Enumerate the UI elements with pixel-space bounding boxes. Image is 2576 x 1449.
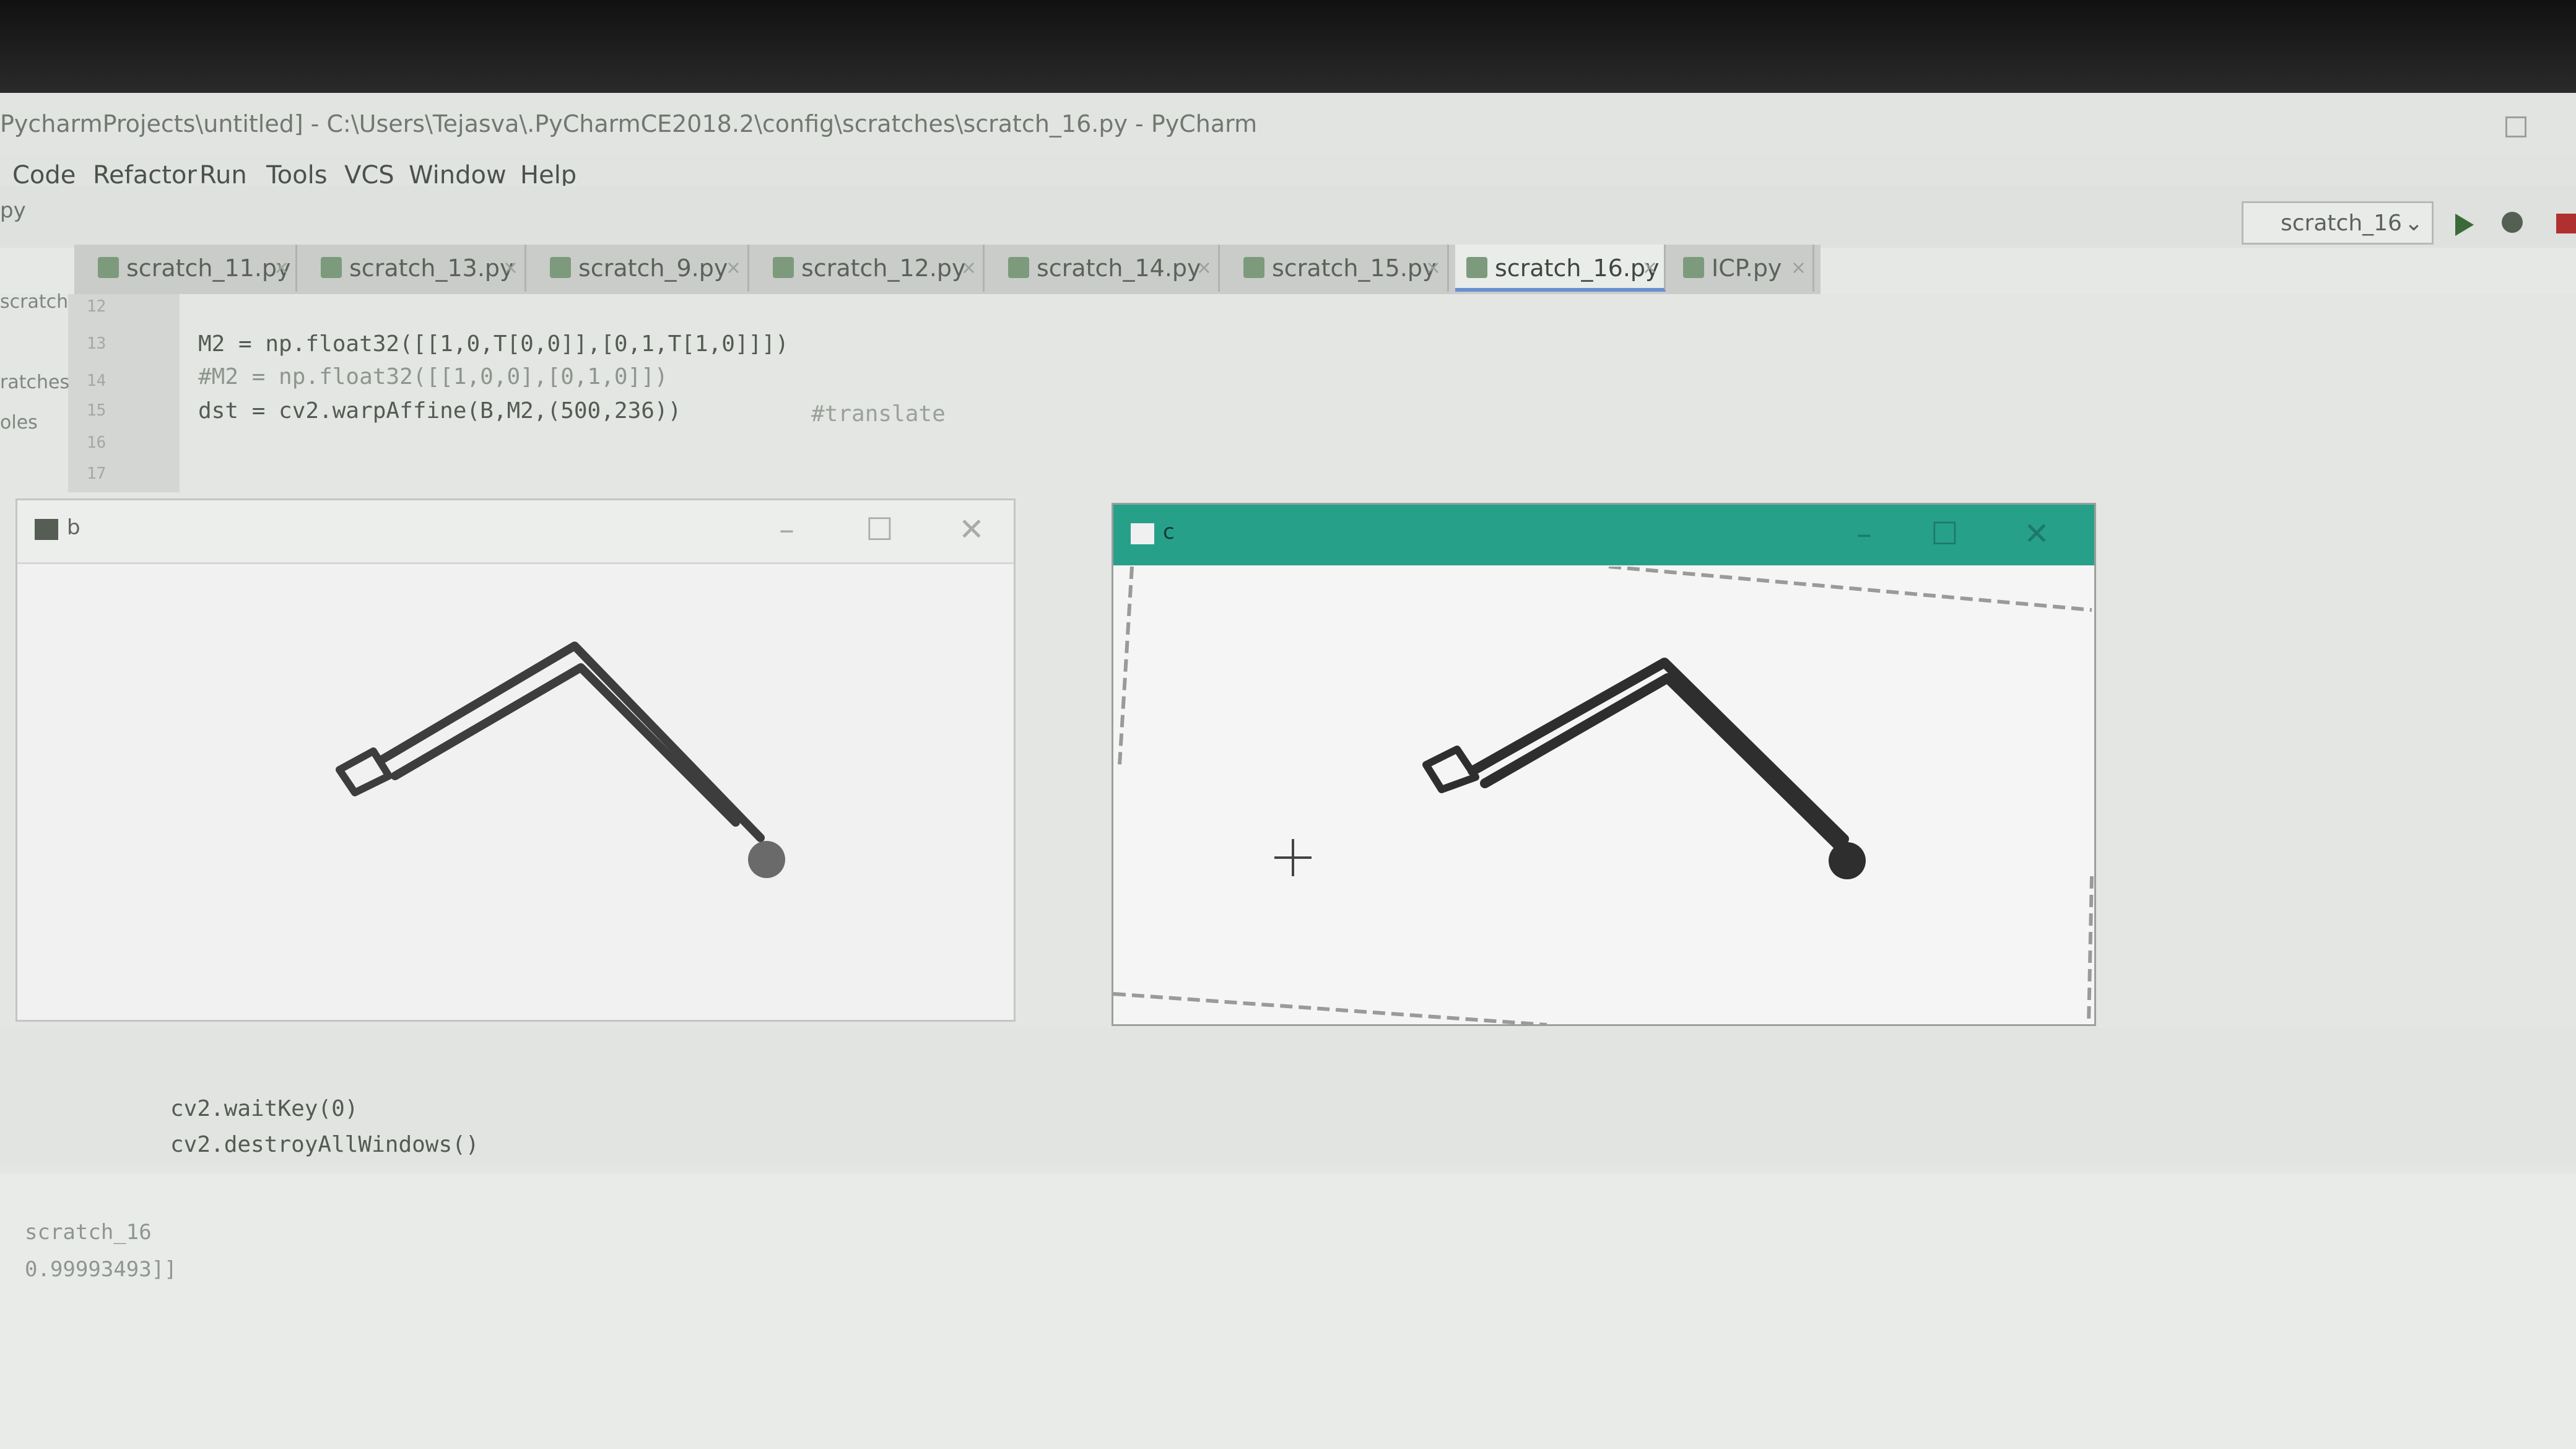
tab-scratch-14[interactable]: scratch_14.py × bbox=[997, 245, 1220, 292]
stop-icon[interactable] bbox=[2556, 214, 2576, 233]
close-tab-icon[interactable]: × bbox=[961, 245, 977, 292]
line-number: 13 bbox=[87, 334, 107, 353]
line-number: 12 bbox=[87, 297, 107, 316]
python-file-icon bbox=[1243, 257, 1264, 278]
close-tab-icon[interactable]: × bbox=[503, 245, 518, 292]
python-file-icon bbox=[1683, 257, 1704, 278]
code-line[interactable]: M2 = np.float32([[1,0,T[0,0]],[0,1,T[1,0… bbox=[198, 331, 789, 357]
minimize-button[interactable]: – bbox=[1856, 516, 1872, 552]
tab-icp[interactable]: ICP.py × bbox=[1672, 245, 1814, 292]
window-app-icon bbox=[1131, 523, 1154, 544]
code-line[interactable]: #M2 = np.float32([[1,0,0],[0,1,0]]) bbox=[198, 364, 668, 389]
window-app-icon bbox=[35, 519, 58, 540]
maximize-button[interactable]: ☐ bbox=[866, 511, 894, 547]
code-line[interactable]: dst = cv2.warpAffine(B,M2,(500,236)) bbox=[198, 398, 681, 424]
run-tab-label[interactable]: scratch_16 bbox=[25, 1220, 152, 1245]
image-canvas bbox=[1113, 567, 2094, 1025]
close-tab-icon[interactable]: × bbox=[726, 245, 741, 292]
chevron-down-icon: ⌄ bbox=[2404, 211, 2423, 236]
tab-scratch-16[interactable]: scratch_16.py × bbox=[1455, 245, 1666, 292]
debug-icon[interactable] bbox=[2502, 212, 2523, 233]
tab-label: scratch_11.py bbox=[126, 255, 291, 282]
python-file-icon bbox=[1008, 257, 1029, 278]
python-file-icon bbox=[1466, 257, 1487, 278]
tab-label: scratch_13.py bbox=[349, 255, 514, 282]
line-number: 16 bbox=[87, 433, 107, 452]
tab-label: ICP.py bbox=[1712, 255, 1782, 282]
tab-scratch-9[interactable]: scratch_9.py × bbox=[539, 245, 749, 292]
image-window-b[interactable]: b – ☐ ✕ bbox=[15, 498, 1016, 1022]
code-comment: #translate bbox=[811, 401, 946, 427]
breadcrumb[interactable]: py bbox=[0, 198, 26, 223]
tab-label: scratch_9.py bbox=[578, 255, 728, 282]
tab-scratch-12[interactable]: scratch_12.py × bbox=[762, 245, 985, 292]
monitor-bezel bbox=[0, 0, 2576, 93]
console-output: 0.99993493]] bbox=[25, 1257, 177, 1282]
run-config-dropdown[interactable]: scratch_16 ⌄ bbox=[2242, 201, 2434, 245]
project-panel-fragment: oles bbox=[0, 412, 38, 433]
close-tab-icon[interactable]: × bbox=[274, 245, 289, 292]
minimize-button[interactable]: – bbox=[779, 511, 794, 547]
window-title-bar[interactable]: b – ☐ ✕ bbox=[17, 500, 1014, 564]
run-icon[interactable] bbox=[2455, 214, 2474, 236]
python-file-icon bbox=[98, 257, 119, 278]
tab-label: scratch_15.py bbox=[1272, 255, 1437, 282]
close-tab-icon[interactable]: × bbox=[1425, 245, 1441, 292]
restore-window-button[interactable] bbox=[2505, 116, 2526, 137]
run-config-label: scratch_16 bbox=[2281, 211, 2402, 236]
editor-gutter bbox=[68, 294, 180, 492]
python-file-icon bbox=[321, 257, 342, 278]
window-title-bar[interactable]: c – ☐ ✕ bbox=[1113, 505, 2094, 565]
code-line[interactable]: cv2.waitKey(0) bbox=[170, 1096, 358, 1121]
window-title: b bbox=[67, 515, 80, 540]
close-tab-icon[interactable]: × bbox=[1791, 245, 1806, 292]
image-canvas bbox=[336, 642, 785, 878]
python-file-icon bbox=[550, 257, 571, 278]
close-tab-icon[interactable]: × bbox=[1642, 245, 1658, 292]
project-panel-fragment: ratches bbox=[0, 372, 70, 393]
image-window-c[interactable]: c – ☐ ✕ bbox=[1112, 503, 2096, 1026]
project-panel-fragment: scratch bbox=[0, 291, 69, 313]
close-button[interactable]: ✕ bbox=[2024, 516, 2050, 552]
window-title: c bbox=[1163, 520, 1175, 544]
line-number: 15 bbox=[87, 401, 107, 420]
tab-scratch-15[interactable]: scratch_15.py × bbox=[1232, 245, 1449, 292]
close-button[interactable]: ✕ bbox=[959, 511, 985, 547]
tab-scratch-13[interactable]: scratch_13.py × bbox=[310, 245, 526, 292]
line-number: 14 bbox=[87, 372, 107, 390]
tab-label: scratch_16.py bbox=[1495, 255, 1660, 282]
tab-label: scratch_12.py bbox=[801, 255, 966, 282]
maximize-button[interactable]: ☐ bbox=[1931, 516, 1959, 552]
ide-title-bar: PycharmProjects\untitled] - C:\Users\Tej… bbox=[0, 93, 2576, 155]
line-number: 17 bbox=[87, 464, 107, 483]
run-console bbox=[0, 1173, 2576, 1449]
tab-label: scratch_14.py bbox=[1037, 255, 1201, 282]
code-line[interactable]: cv2.destroyAllWindows() bbox=[170, 1132, 479, 1157]
editor-tab-bar: scratch_11.py × scratch_13.py × scratch_… bbox=[74, 245, 1821, 294]
python-file-icon bbox=[773, 257, 794, 278]
ide-title: PycharmProjects\untitled] - C:\Users\Tej… bbox=[0, 110, 1258, 137]
navigation-bar bbox=[0, 186, 2576, 248]
tab-scratch-11[interactable]: scratch_11.py × bbox=[87, 245, 297, 292]
close-tab-icon[interactable]: × bbox=[1196, 245, 1212, 292]
